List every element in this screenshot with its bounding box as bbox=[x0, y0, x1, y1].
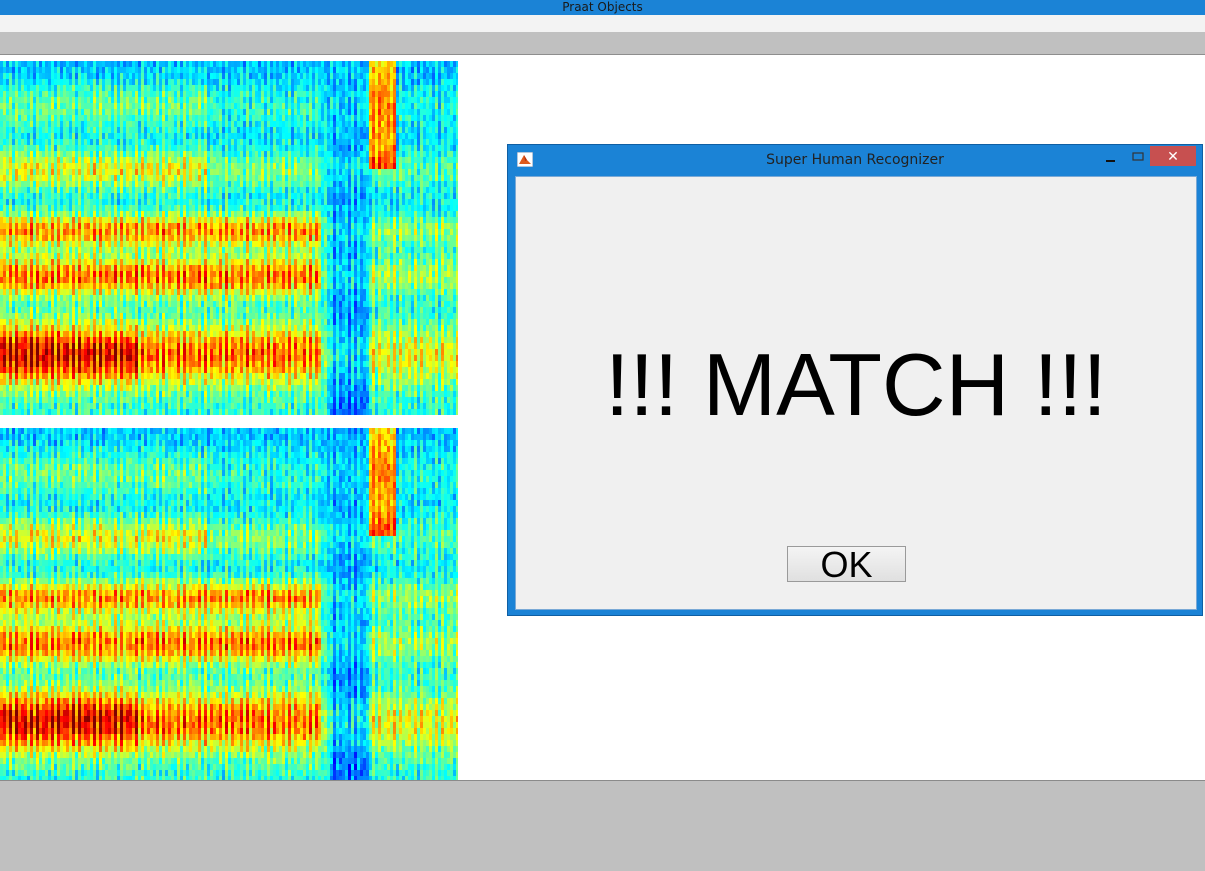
spectrogram-top bbox=[0, 61, 458, 415]
recognizer-dialog: Super Human Recognizer ✕ !!! MATCH !!! O… bbox=[507, 144, 1203, 616]
status-panel bbox=[0, 780, 1205, 871]
main-window-title: Praat Objects bbox=[562, 0, 643, 14]
dialog-title: Super Human Recognizer bbox=[766, 152, 944, 168]
matlab-icon[interactable] bbox=[517, 152, 533, 167]
spectrogram-bottom bbox=[0, 428, 458, 782]
close-icon: ✕ bbox=[1167, 148, 1179, 164]
spectrogram-top-plot bbox=[0, 61, 458, 415]
maximize-icon[interactable] bbox=[1128, 150, 1150, 168]
main-window-titlebar: Praat Objects bbox=[0, 0, 1205, 15]
spectrogram-bottom-plot bbox=[0, 428, 458, 782]
toolbar bbox=[0, 32, 1205, 55]
minimize-icon[interactable] bbox=[1100, 150, 1122, 168]
match-message: !!! MATCH !!! bbox=[605, 335, 1107, 434]
dialog-titlebar[interactable]: Super Human Recognizer bbox=[508, 145, 1202, 175]
menu-bar bbox=[0, 15, 1205, 32]
close-button[interactable]: ✕ bbox=[1150, 146, 1196, 166]
dialog-body: !!! MATCH !!! OK bbox=[515, 176, 1197, 610]
ok-button[interactable]: OK bbox=[787, 546, 906, 583]
